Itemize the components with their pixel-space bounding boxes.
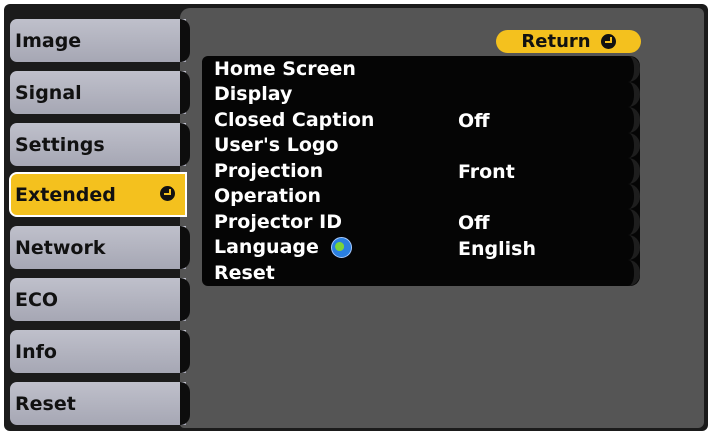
tab-cap <box>180 123 190 166</box>
menu-item-value: Front <box>458 161 515 183</box>
tab-settings[interactable]: Settings <box>10 123 190 166</box>
tab-label: Settings <box>15 133 105 156</box>
menu-item-label: Home Screen <box>214 57 356 80</box>
menu-item-value: Off <box>458 110 490 132</box>
tab-image[interactable]: Image <box>10 19 190 62</box>
tab-cap <box>180 19 190 62</box>
menu-item-display[interactable]: Display <box>202 81 640 107</box>
globe-icon <box>330 236 352 258</box>
tab-cap <box>180 382 190 425</box>
tab-cap <box>180 226 190 269</box>
menu-item-value: English <box>458 237 536 260</box>
menu-item-label: Operation <box>214 185 322 208</box>
tab-label: Reset <box>15 392 76 415</box>
tab-label: ECO <box>15 288 59 311</box>
return-label: Return <box>521 31 591 52</box>
menu-item-label: Reset <box>214 261 275 284</box>
tab-cap <box>180 71 190 114</box>
menu-item-label: Projector ID <box>214 210 342 233</box>
menu-item-label: Language <box>214 236 319 259</box>
enter-icon <box>160 186 175 201</box>
tab-signal[interactable]: Signal <box>10 71 190 114</box>
menu-item-home-screen[interactable]: Home Screen <box>202 56 640 82</box>
tab-label: Network <box>15 236 106 259</box>
menu-item-language[interactable]: Language English <box>202 234 640 260</box>
tab-label: Image <box>15 29 82 52</box>
menu-item-label: Display <box>214 83 293 106</box>
tab-cap <box>180 278 190 321</box>
menu-item-label: User's Logo <box>214 134 339 157</box>
tab-label: Info <box>15 340 57 363</box>
menu-item-projector-id[interactable]: Projector ID Off <box>202 209 640 235</box>
menu-item-label: Projection <box>214 159 324 182</box>
tab-label: Extended <box>15 183 116 206</box>
menu-item-operation[interactable]: Operation <box>202 183 640 209</box>
extended-menu-list: Home Screen Display Closed Caption Off U… <box>202 56 640 286</box>
tab-reset[interactable]: Reset <box>10 382 190 425</box>
tab-eco[interactable]: ECO <box>10 278 190 321</box>
enter-icon <box>600 34 616 49</box>
tab-cap <box>180 330 190 373</box>
menu-item-closed-caption[interactable]: Closed Caption Off <box>202 107 640 133</box>
menu-item-value: Off <box>458 212 490 234</box>
menu-item-projection[interactable]: Projection Front <box>202 158 640 184</box>
menu-item-reset[interactable]: Reset <box>202 260 640 286</box>
tab-label: Signal <box>15 81 82 104</box>
tab-extended[interactable]: Extended <box>9 172 187 217</box>
menu-item-label: Closed Caption <box>214 108 375 131</box>
tab-info[interactable]: Info <box>10 330 190 373</box>
tab-network[interactable]: Network <box>10 226 190 269</box>
return-button[interactable]: Return <box>496 30 641 53</box>
menu-item-users-logo[interactable]: User's Logo <box>202 132 640 158</box>
